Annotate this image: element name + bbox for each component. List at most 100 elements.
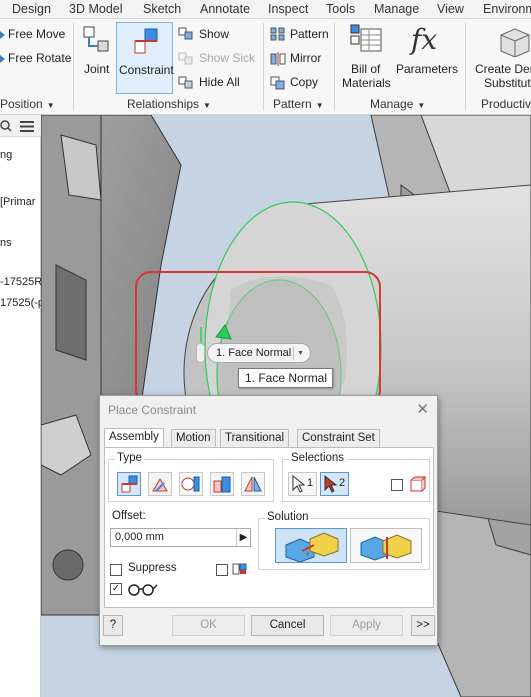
search-icon[interactable] [0, 120, 12, 132]
offset-input[interactable]: 0,000 mm ▶ [110, 528, 251, 547]
mate-constraint-button[interactable] [117, 472, 141, 496]
pick-part-first-icon [410, 476, 426, 492]
hide-all-icon [178, 76, 194, 93]
divider [73, 23, 74, 111]
divider [334, 23, 335, 111]
productivity-panel-label[interactable]: Productiv [481, 97, 531, 111]
ribbon-tab-bar: Design 3D Model Sketch Annotate Inspect … [0, 0, 531, 19]
suppress-checkbox[interactable] [110, 564, 122, 576]
solution-mate-button[interactable]: + [275, 528, 347, 563]
constraint-icon [134, 28, 158, 54]
tab-environments[interactable]: Environm [483, 2, 531, 16]
face-normal-selector[interactable]: 1. Face Normal ▼ [207, 343, 311, 363]
show-preview-checkbox[interactable]: ✓ [110, 583, 122, 595]
show-sick-button[interactable]: Show Sick [199, 51, 255, 65]
cursor-icon [324, 475, 337, 493]
tab-tools[interactable]: Tools [326, 2, 355, 16]
browser-node[interactable]: 17525(-p [0, 297, 41, 309]
selection-1-number: 1 [307, 477, 314, 489]
ok-button[interactable]: OK [172, 615, 245, 636]
browser-node[interactable]: ng [0, 149, 41, 161]
joint-icon [82, 25, 114, 58]
suppress-label: Suppress [126, 562, 179, 574]
free-rotate-button[interactable]: Free Rotate [8, 51, 71, 65]
relationships-panel-label[interactable]: Relationships ▼ [127, 97, 211, 111]
position-panel-label[interactable]: Position ▼ [0, 97, 55, 111]
insert-constraint-button[interactable] [210, 472, 234, 496]
ribbon: Free Move Free Rotate Position ▼ Joint Co… [0, 19, 531, 115]
mirror-icon [270, 52, 286, 69]
offset-label: Offset: [110, 510, 148, 522]
mirror-button[interactable]: Mirror [290, 51, 321, 65]
angle-constraint-button[interactable] [148, 472, 172, 496]
pattern-panel-label[interactable]: Pattern ▼ [273, 97, 324, 111]
show-sick-icon [178, 52, 194, 69]
tab-manage[interactable]: Manage [374, 2, 419, 16]
help-button[interactable]: ? [103, 615, 123, 636]
tangent-icon [181, 476, 200, 492]
copy-button[interactable]: Copy [290, 75, 318, 89]
free-rotate-icon [0, 52, 6, 66]
drag-grip-handle[interactable] [196, 343, 205, 363]
browser-node[interactable]: ns [0, 237, 41, 249]
tab-sketch[interactable]: Sketch [143, 2, 181, 16]
create-derived-substitute-icon [497, 27, 531, 60]
type-label: Type [115, 452, 144, 464]
divider [263, 23, 264, 111]
tab-design[interactable]: Design [12, 2, 51, 16]
help-icon: ? [109, 619, 117, 631]
offset-value: 0,000 mm [115, 531, 164, 543]
joint-button[interactable]: Joint [84, 62, 109, 76]
first-selection-checkbox[interactable] [391, 479, 403, 491]
solution-label: Solution [265, 511, 311, 523]
browser-node[interactable]: [Primar [0, 196, 41, 208]
solution-flush-button[interactable] [350, 528, 422, 563]
selection-1-button[interactable]: 1 [288, 472, 317, 496]
free-move-button[interactable]: Free Move [8, 27, 65, 41]
apply-button[interactable]: Apply [330, 615, 403, 636]
selections-label: Selections [289, 452, 347, 464]
cancel-button[interactable]: Cancel [251, 615, 324, 636]
show-button[interactable]: Show [199, 27, 229, 41]
cursor-icon [292, 475, 305, 493]
chevron-down-icon[interactable]: ▼ [293, 347, 307, 360]
manage-panel-label[interactable]: Manage ▼ [370, 97, 425, 111]
copy-icon [270, 76, 286, 93]
parameters-button[interactable]: Parameters [396, 62, 458, 76]
menu-icon[interactable] [20, 121, 34, 132]
predict-offset-checkbox[interactable] [216, 564, 228, 576]
show-icon [178, 27, 194, 44]
chevron-right-icon[interactable]: ▶ [236, 529, 250, 546]
constraint-label: Constraint [119, 63, 174, 77]
face-normal-tooltip: 1. Face Normal [238, 368, 333, 388]
free-move-icon [0, 28, 6, 42]
close-icon[interactable]: ✕ [416, 400, 429, 418]
browser-node[interactable]: -17525R [0, 276, 41, 288]
face-normal-label: 1. Face Normal [216, 347, 292, 359]
tab-motion[interactable]: Motion [171, 429, 216, 447]
tab-3d-model[interactable]: 3D Model [69, 2, 123, 16]
glasses-icon [128, 584, 158, 596]
more-options-button[interactable]: >> [411, 615, 435, 636]
bill-of-materials-line1[interactable]: Bill of [351, 62, 380, 76]
flush-solution-icon [360, 534, 412, 561]
selection-2-button[interactable]: 2 [320, 472, 349, 496]
bill-of-materials-line2[interactable]: Materials [342, 76, 391, 90]
assembly-tab-panel: Type Selections 1 2 Offset: 0,000 mm ▶ S… [104, 447, 434, 608]
create-derived-line2[interactable]: Substitut [484, 76, 531, 90]
tab-view[interactable]: View [437, 2, 464, 16]
create-derived-line1[interactable]: Create Der [475, 62, 531, 76]
constraint-button[interactable]: Constraint [116, 22, 174, 94]
predict-offset-icon [232, 563, 247, 575]
dialog-title: Place Constraint [108, 403, 197, 417]
hide-all-button[interactable]: Hide All [199, 75, 240, 89]
tab-inspect[interactable]: Inspect [268, 2, 308, 16]
pattern-button[interactable]: Pattern [290, 27, 329, 41]
tab-transitional[interactable]: Transitional [220, 429, 290, 447]
symmetry-constraint-button[interactable] [241, 472, 265, 496]
tab-annotate[interactable]: Annotate [200, 2, 250, 16]
tab-assembly[interactable]: Assembly [104, 428, 164, 447]
tangent-constraint-button[interactable] [179, 472, 203, 496]
tab-constraint-set[interactable]: Constraint Set [297, 429, 380, 447]
angle-icon [152, 478, 168, 492]
